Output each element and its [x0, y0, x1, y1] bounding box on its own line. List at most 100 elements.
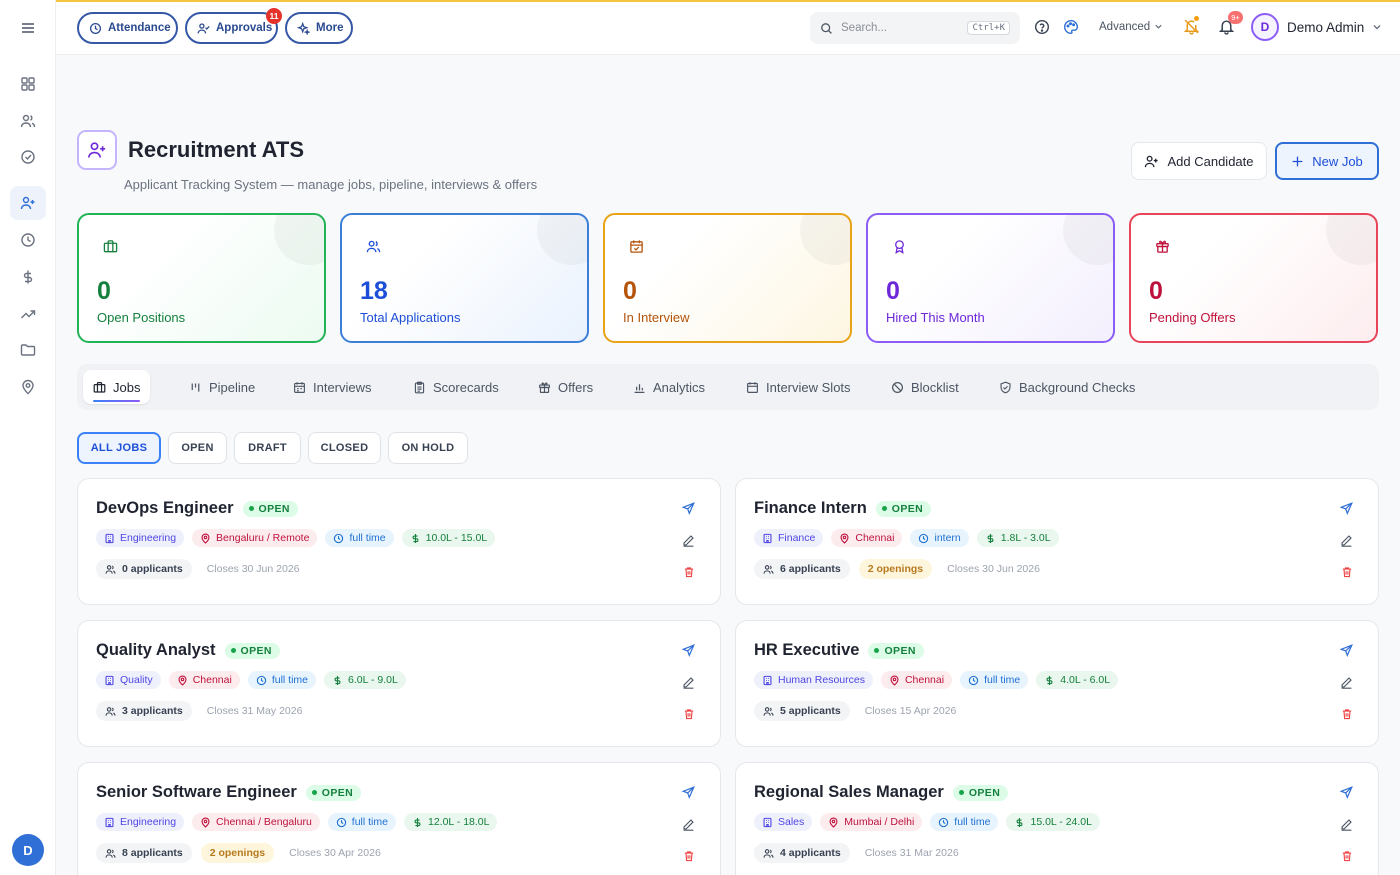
building-icon	[104, 675, 115, 686]
publish-icon[interactable]	[682, 786, 695, 799]
dollar-icon[interactable]	[10, 260, 46, 294]
edit-icon[interactable]	[1340, 534, 1353, 547]
stat-value: 18	[360, 277, 388, 305]
job-title[interactable]: Quality Analyst	[96, 641, 216, 660]
applicants-count[interactable]: 5 applicants	[754, 701, 850, 721]
help-icon[interactable]	[1034, 19, 1050, 35]
applicants-count[interactable]: 4 applicants	[754, 843, 850, 863]
edit-icon[interactable]	[1340, 818, 1353, 831]
closing-date: Closes 30 Apr 2026	[289, 847, 381, 859]
delete-icon[interactable]	[683, 850, 695, 862]
palette-icon[interactable]	[1063, 19, 1079, 35]
edit-icon[interactable]	[682, 818, 695, 831]
approvals-button[interactable]: Approvals 11	[185, 8, 282, 44]
edit-icon[interactable]	[1340, 676, 1353, 689]
trending-icon[interactable]	[10, 297, 46, 331]
search-input[interactable]: Search... Ctrl+K	[810, 12, 1020, 44]
tab-bar: Jobs Pipeline Interviews Scorecards Offe…	[77, 364, 1379, 410]
shield-check-icon	[999, 381, 1012, 394]
users-icon	[366, 239, 381, 254]
tab-pipeline[interactable]: Pipeline	[179, 370, 265, 404]
delete-icon[interactable]	[1341, 708, 1353, 720]
dashboard-icon[interactable]	[10, 67, 46, 101]
edit-icon[interactable]	[682, 676, 695, 689]
user-menu[interactable]: D Demo Admin	[1251, 13, 1382, 41]
department-label: Sales	[778, 816, 805, 828]
status-label: OPEN	[258, 502, 290, 515]
salary-label: 10.0L - 15.0L	[425, 532, 488, 544]
stat-in-interview: 0 In Interview	[603, 213, 852, 343]
tab-blocklist[interactable]: Blocklist	[881, 370, 969, 404]
publish-icon[interactable]	[682, 644, 695, 657]
user-plus-icon[interactable]	[10, 186, 46, 220]
filter-on-hold[interactable]: ON HOLD	[388, 432, 468, 464]
tab-label: Background Checks	[1019, 379, 1136, 395]
menu-icon[interactable]	[10, 11, 46, 45]
attendance-button[interactable]: Attendance	[77, 12, 178, 44]
clock-icon[interactable]	[10, 223, 46, 257]
bell-off-icon[interactable]	[1183, 16, 1200, 35]
notifications-badge: 9+	[1228, 11, 1243, 24]
department-label: Quality	[120, 674, 153, 686]
calendar-check-icon	[629, 239, 644, 254]
applicants-count[interactable]: 8 applicants	[96, 843, 192, 863]
publish-icon[interactable]	[1340, 502, 1353, 515]
job-title-row: HR Executive OPEN	[754, 641, 924, 660]
job-title[interactable]: Senior Software Engineer	[96, 783, 297, 802]
delete-icon[interactable]	[683, 708, 695, 720]
plus-icon	[1291, 155, 1304, 168]
job-meta: 3 applicants Closes 31 May 2026	[96, 701, 302, 721]
job-card[interactable]: HR Executive OPEN Human Resources Chennai fu…	[735, 620, 1379, 747]
new-job-button[interactable]: New Job	[1275, 142, 1379, 180]
job-card[interactable]: Finance Intern OPEN Finance Chennai intern 1.…	[735, 478, 1379, 605]
closing-date: Closes 30 Jun 2026	[206, 563, 300, 575]
folder-icon[interactable]	[10, 333, 46, 367]
publish-icon[interactable]	[682, 502, 695, 515]
job-title[interactable]: HR Executive	[754, 641, 859, 660]
salary-label: 6.0L - 9.0L	[348, 674, 398, 686]
bell-icon[interactable]: 9+	[1218, 11, 1243, 35]
tab-background-checks[interactable]: Background Checks	[989, 370, 1145, 404]
job-card[interactable]: Senior Software Engineer OPEN Engineering C…	[77, 762, 721, 875]
tab-scorecards[interactable]: Scorecards	[403, 370, 509, 404]
applicants-label: 5 applicants	[780, 705, 841, 717]
tab-interview-slots[interactable]: Interview Slots	[736, 370, 861, 404]
publish-icon[interactable]	[1340, 644, 1353, 657]
delete-icon[interactable]	[683, 566, 695, 578]
tab-analytics[interactable]: Analytics	[623, 370, 715, 404]
add-candidate-label: Add Candidate	[1167, 153, 1254, 169]
applicants-count[interactable]: 3 applicants	[96, 701, 192, 721]
add-candidate-button[interactable]: Add Candidate	[1131, 142, 1267, 180]
filter-all-jobs[interactable]: ALL JOBS	[77, 432, 161, 464]
users-icon	[763, 706, 774, 717]
location-tag: Mumbai / Delhi	[820, 813, 923, 831]
publish-icon[interactable]	[1340, 786, 1353, 799]
job-tags: Finance Chennai intern 1.8L - 3.0L	[754, 529, 1059, 547]
tab-jobs[interactable]: Jobs	[83, 370, 151, 404]
filter-draft[interactable]: DRAFT	[234, 432, 301, 464]
applicants-count[interactable]: 6 applicants	[754, 559, 850, 579]
applicants-count[interactable]: 0 applicants	[96, 559, 192, 579]
delete-icon[interactable]	[1341, 566, 1353, 578]
job-title[interactable]: Finance Intern	[754, 499, 867, 518]
tab-offers[interactable]: Offers	[528, 370, 603, 404]
mode-select-label[interactable]: Advanced	[1099, 21, 1150, 33]
tab-interviews[interactable]: Interviews	[283, 370, 382, 404]
location-label: Chennai	[855, 532, 895, 544]
job-card[interactable]: DevOps Engineer OPEN Engineering Bengaluru …	[77, 478, 721, 605]
delete-icon[interactable]	[1341, 850, 1353, 862]
filter-closed[interactable]: CLOSED	[308, 432, 381, 464]
job-card[interactable]: Regional Sales Manager OPEN Sales Mumbai / …	[735, 762, 1379, 875]
users-icon[interactable]	[10, 104, 46, 138]
job-title[interactable]: Regional Sales Manager	[754, 783, 944, 802]
more-button[interactable]: More	[285, 12, 353, 44]
check-circle-icon[interactable]	[10, 140, 46, 174]
salary-tag: 15.0L - 24.0L	[1006, 813, 1100, 831]
job-card[interactable]: Quality Analyst OPEN Quality Chennai full ti…	[77, 620, 721, 747]
edit-icon[interactable]	[682, 534, 695, 547]
map-pin-icon	[200, 817, 211, 828]
filter-open[interactable]: OPEN	[168, 432, 227, 464]
job-title[interactable]: DevOps Engineer	[96, 499, 234, 518]
sidebar-avatar[interactable]: D	[12, 834, 44, 866]
map-pin-icon[interactable]	[10, 370, 46, 404]
